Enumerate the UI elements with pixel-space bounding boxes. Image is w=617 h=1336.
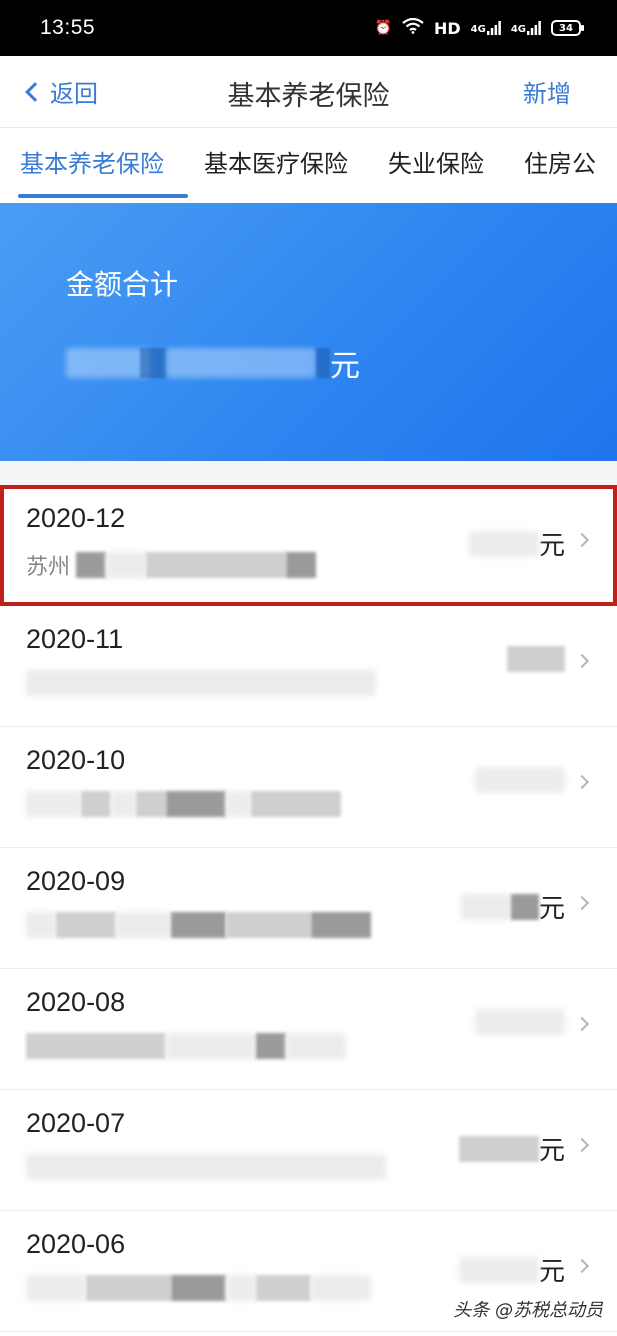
record-company-prefix: 苏州 xyxy=(26,555,71,580)
watermark: 头条 @苏税总动员 xyxy=(453,1300,603,1321)
nav-bar: 返回 基本养老保险 新增 xyxy=(0,56,617,128)
record-company xyxy=(26,670,376,696)
record-row[interactable]: 2020-07 元 xyxy=(0,1090,617,1211)
chevron-right-icon xyxy=(574,774,590,790)
record-amount-unit: 元 xyxy=(538,894,565,924)
record-amount: 元 xyxy=(468,525,565,562)
record-month: 2020-12 xyxy=(26,503,126,533)
record-amount-unit: 元 xyxy=(538,1257,565,1287)
chevron-right-icon xyxy=(574,1258,590,1274)
insurance-tabs: 基本养老保险 基本医疗保险 失业保险 住房公 xyxy=(0,128,617,200)
record-row[interactable]: 2020-09 元 xyxy=(0,848,617,969)
chevron-right-icon xyxy=(574,895,590,911)
record-month: 2020-07 xyxy=(26,1108,126,1138)
record-amount xyxy=(475,1009,565,1035)
wifi-icon xyxy=(402,17,424,38)
record-month: 2020-06 xyxy=(26,1229,126,1259)
record-amount: 元 xyxy=(460,888,565,925)
add-button[interactable]: 新增 xyxy=(523,74,571,109)
tab-housing-fund[interactable]: 住房公 xyxy=(504,128,616,200)
record-row-highlighted[interactable]: 2020-12 苏州 元 xyxy=(0,485,617,606)
total-amount: 元 xyxy=(66,341,360,385)
record-month: 2020-11 xyxy=(26,624,124,654)
record-company: 苏州 xyxy=(26,549,317,581)
record-company xyxy=(26,791,341,817)
chevron-right-icon xyxy=(574,532,590,548)
record-company xyxy=(26,1154,386,1180)
signal-icon-1: 4G xyxy=(471,21,501,35)
summary-card: 金额合计 元 xyxy=(0,203,617,461)
record-row[interactable]: 2020-11 xyxy=(0,606,617,727)
record-amount xyxy=(507,646,565,672)
total-amount-unit: 元 xyxy=(330,349,360,384)
record-company xyxy=(26,1033,346,1059)
record-list: 2020-12 苏州 元 2020-11 2020-10 2020-09 元 2… xyxy=(0,485,617,1332)
record-month: 2020-08 xyxy=(26,987,126,1017)
record-amount xyxy=(475,767,565,793)
record-amount-unit: 元 xyxy=(538,531,565,561)
total-amount-label: 金额合计 xyxy=(66,268,179,301)
record-amount-unit: 元 xyxy=(538,1136,565,1166)
signal-icon-2: 4G xyxy=(511,21,541,35)
record-month: 2020-10 xyxy=(26,745,126,775)
chevron-right-icon xyxy=(574,653,590,669)
tab-medical[interactable]: 基本医疗保险 xyxy=(184,128,368,200)
tab-pension[interactable]: 基本养老保险 xyxy=(0,128,188,200)
record-row[interactable]: 2020-10 xyxy=(0,727,617,848)
status-icons: ⏰ HD 4G 4G 34 xyxy=(374,17,584,38)
record-row[interactable]: 2020-08 xyxy=(0,969,617,1090)
redacted-amount-block-2 xyxy=(316,348,330,378)
redacted-amount-2 xyxy=(166,348,316,378)
status-time: 13:55 xyxy=(40,16,96,39)
redacted-amount-block xyxy=(140,348,166,378)
section-gap xyxy=(0,461,617,485)
record-month: 2020-09 xyxy=(26,866,126,896)
record-company xyxy=(26,1275,371,1301)
chevron-right-icon xyxy=(574,1137,590,1153)
record-company xyxy=(26,912,371,938)
redacted-amount xyxy=(66,348,150,378)
alarm-icon: ⏰ xyxy=(374,20,392,36)
status-bar: 13:55 ⏰ HD 4G 4G 34 xyxy=(0,0,617,56)
record-amount: 元 xyxy=(458,1251,565,1288)
battery-icon: 34 xyxy=(551,20,584,36)
hd-indicator: HD xyxy=(433,18,461,38)
chevron-right-icon xyxy=(574,1016,590,1032)
record-amount: 元 xyxy=(458,1130,565,1167)
tab-unemployment[interactable]: 失业保险 xyxy=(368,128,504,200)
